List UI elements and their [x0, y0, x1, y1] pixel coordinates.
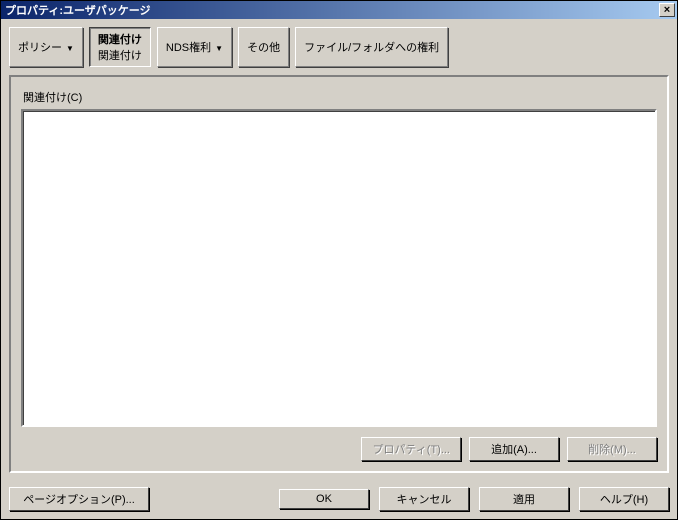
- tab-strip: ポリシー ▼ 関連付け 関連付け NDS権利 ▼ その他 ファイル/フォルダへの…: [9, 27, 669, 67]
- titlebar: プロパティ:ユーザパッケージ ×: [1, 1, 677, 19]
- tab-nds-rights[interactable]: NDS権利 ▼: [157, 27, 232, 67]
- tab-label: その他: [247, 39, 280, 55]
- cancel-button[interactable]: キャンセル: [379, 487, 469, 511]
- dropdown-icon: ▼: [66, 44, 74, 53]
- dropdown-icon: ▼: [215, 44, 223, 53]
- page-options-button[interactable]: ページオプション(P)...: [9, 487, 149, 511]
- tab-policy[interactable]: ポリシー ▼: [9, 27, 83, 67]
- add-button[interactable]: 追加(A)...: [469, 437, 559, 461]
- association-list[interactable]: [21, 109, 657, 427]
- tab-label: ファイル/フォルダへの権利: [304, 39, 439, 55]
- tab-association[interactable]: 関連付け 関連付け: [89, 27, 151, 67]
- window-title: プロパティ:ユーザパッケージ: [3, 2, 659, 18]
- help-button[interactable]: ヘルプ(H): [579, 487, 669, 511]
- close-icon: ×: [664, 5, 670, 16]
- tab-label-line1: 関連付け: [98, 31, 142, 47]
- tab-file-folder-rights[interactable]: ファイル/フォルダへの権利: [295, 27, 448, 67]
- tab-label-line2: 関連付け: [98, 47, 142, 63]
- apply-button[interactable]: 適用: [479, 487, 569, 511]
- properties-dialog: プロパティ:ユーザパッケージ × ポリシー ▼ 関連付け 関連付け NDS権利 …: [0, 0, 678, 520]
- tab-label: NDS権利: [166, 39, 211, 55]
- tab-other[interactable]: その他: [238, 27, 289, 67]
- panel-inner: 関連付け(C) プロパティ(T)... 追加(A)... 削除(M)...: [21, 87, 657, 461]
- ok-button[interactable]: OK: [279, 489, 369, 509]
- delete-button: 削除(M)...: [567, 437, 657, 461]
- association-list-label: 関連付け(C): [23, 89, 657, 105]
- tab-label: ポリシー: [18, 39, 62, 55]
- dialog-footer: ページオプション(P)... OK キャンセル 適用 ヘルプ(H): [1, 481, 677, 519]
- dialog-body: ポリシー ▼ 関連付け 関連付け NDS権利 ▼ その他 ファイル/フォルダへの…: [1, 19, 677, 481]
- property-button: プロパティ(T)...: [361, 437, 461, 461]
- panel-button-row: プロパティ(T)... 追加(A)... 削除(M)...: [21, 437, 657, 461]
- tab-panel: 関連付け(C) プロパティ(T)... 追加(A)... 削除(M)...: [9, 75, 669, 473]
- close-button[interactable]: ×: [659, 3, 675, 17]
